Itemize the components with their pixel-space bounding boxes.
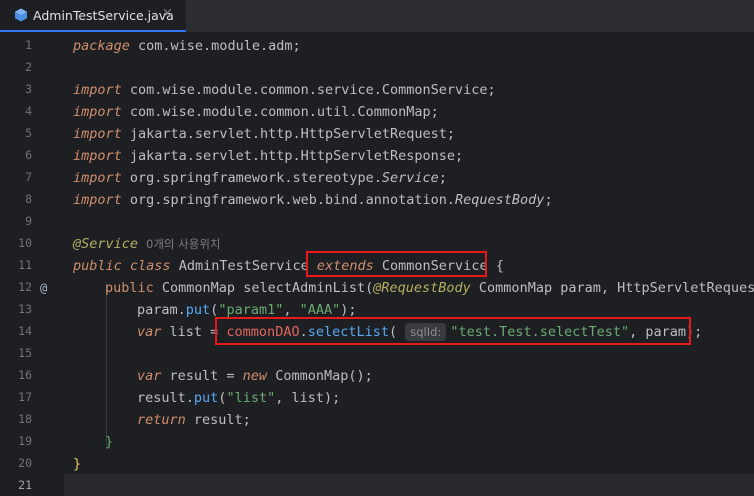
tab-filename: AdminTestService.java — [33, 8, 174, 23]
java-class-icon — [15, 8, 27, 22]
code-line-18: return result; — [137, 412, 251, 428]
code-line-17: result.put("list", list); — [137, 390, 341, 406]
line-number: 9 — [25, 214, 32, 228]
line-number: 7 — [25, 170, 32, 184]
indent-guide — [106, 286, 107, 448]
editor-tab-bar: AdminTestService.java × — [0, 0, 754, 33]
line-number: 11 — [18, 258, 32, 272]
line-number: 10 — [18, 236, 32, 250]
tab-admin-test-service[interactable]: AdminTestService.java × — [0, 0, 186, 32]
code-line-3: import com.wise.module.common.service.Co… — [73, 82, 496, 98]
code-editor[interactable]: 1 2 3 4 5 6 7 8 9 10 11 12 13 14 15 16 1… — [0, 33, 754, 496]
code-line-8: import org.springframework.web.bind.anno… — [73, 192, 553, 208]
current-line-highlight — [0, 474, 754, 496]
line-number: 16 — [18, 368, 32, 382]
highlight-box-select-list — [215, 317, 691, 345]
line-number: 14 — [18, 324, 32, 338]
line-number: 2 — [25, 60, 32, 74]
code-line-7: import org.springframework.stereotype.Se… — [73, 170, 447, 186]
line-number: 18 — [18, 412, 32, 426]
line-number: 4 — [25, 104, 32, 118]
line-number: 19 — [18, 434, 32, 448]
line-number: 12 — [18, 280, 32, 294]
line-number: 5 — [25, 126, 32, 140]
line-number: 13 — [18, 302, 32, 316]
line-number: 15 — [18, 346, 32, 360]
line-number: 20 — [18, 456, 32, 470]
code-line-4: import com.wise.module.common.util.Commo… — [73, 104, 439, 120]
code-line-1: package com.wise.module.adm; — [73, 38, 301, 54]
code-line-19: } — [105, 434, 114, 450]
line-number: 6 — [25, 148, 32, 162]
highlight-box-extends — [306, 251, 487, 277]
line-number-gutter: 1 2 3 4 5 6 7 8 9 10 11 12 13 14 15 16 1… — [0, 33, 64, 496]
line-number: 3 — [25, 82, 32, 96]
usages-hint[interactable]: 0개의 사용위치 — [146, 237, 220, 251]
code-line-20: } — [73, 456, 82, 472]
code-line-6: import jakarta.servlet.http.HttpServletR… — [73, 148, 464, 164]
line-number: 1 — [25, 38, 32, 52]
code-line-5: import jakarta.servlet.http.HttpServletR… — [73, 126, 456, 142]
code-line-10: @Service 0개의 사용위치 — [73, 236, 221, 252]
code-line-12: public CommonMap selectAdminList(@Reques… — [105, 280, 754, 296]
override-marker-icon[interactable]: @ — [40, 281, 47, 295]
line-number: 21 — [18, 478, 32, 492]
code-line-16: var result = new CommonMap(); — [137, 368, 373, 384]
line-number: 17 — [18, 390, 32, 404]
close-icon[interactable]: × — [162, 6, 173, 21]
line-number: 8 — [25, 192, 32, 206]
